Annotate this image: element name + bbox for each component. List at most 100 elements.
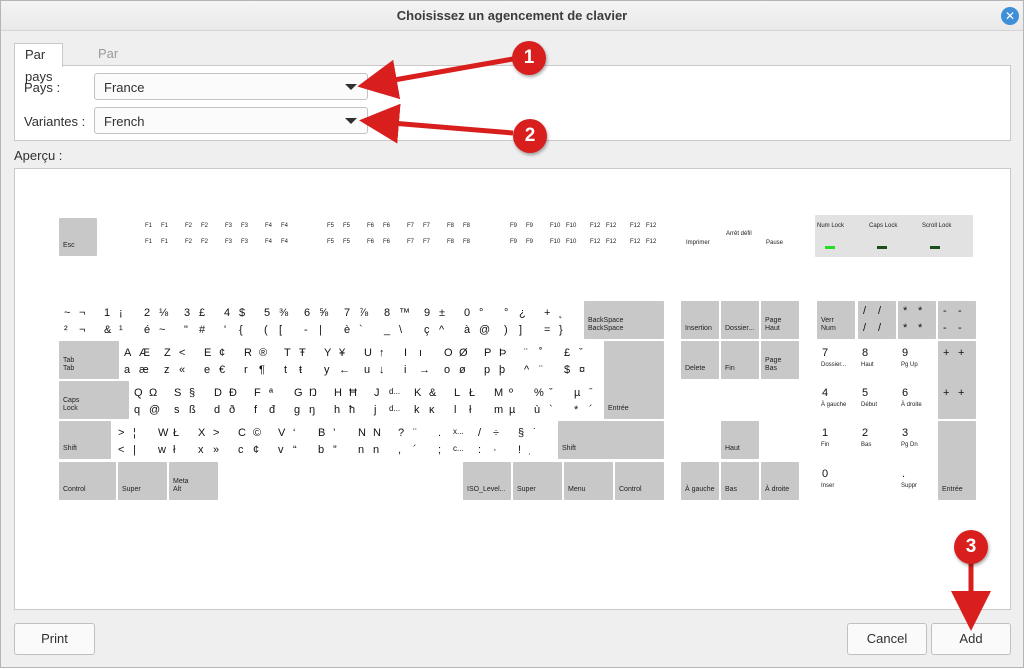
key-page-haut: Page Haut bbox=[761, 301, 799, 339]
key-num-1-base: & bbox=[104, 324, 112, 336]
key-np-1-num: 1 bbox=[822, 427, 829, 439]
key-print: Imprimer bbox=[686, 240, 710, 246]
lock-indicator-panel bbox=[815, 215, 973, 257]
key-np-mul-c: * bbox=[903, 322, 908, 334]
key-num-11-altgr: ] bbox=[519, 324, 523, 336]
lock-led-0 bbox=[825, 246, 835, 249]
key-z-9-altgr: · bbox=[493, 444, 497, 456]
key-z-5-altgr-shift: ’ bbox=[333, 427, 336, 439]
key-f-11-a: F12 bbox=[590, 223, 601, 229]
key-num-6-base: - bbox=[304, 324, 308, 336]
key-a-1-altgr-shift: § bbox=[189, 387, 196, 399]
key-z-1-altgr-shift: Ł bbox=[173, 427, 180, 439]
key-f-2-d: F2 bbox=[201, 239, 209, 245]
key-a-4-altgr-shift: Ŋ bbox=[309, 387, 317, 399]
tab-par-langue[interactable]: Par langue bbox=[88, 43, 147, 83]
key-num-4-shift: 4 bbox=[224, 307, 231, 319]
key-f-2-b: F2 bbox=[201, 223, 209, 229]
key-np-7-nav: Dossier... bbox=[821, 362, 847, 368]
key-np-minus-a: - bbox=[943, 305, 947, 317]
key-iso-level: ISO_Level... bbox=[463, 462, 511, 500]
key-backspace-label: BackSpace BackSpace bbox=[588, 317, 624, 332]
key-q-1-altgr: « bbox=[179, 364, 186, 376]
key-z-1-shift: W bbox=[158, 427, 169, 439]
tab-par-pays[interactable]: Par pays bbox=[14, 43, 64, 84]
key-a-11-shift: µ bbox=[574, 387, 581, 399]
key-np-div-a: / bbox=[863, 305, 867, 317]
key-q-7-shift: I bbox=[404, 347, 408, 359]
key-num-7-base: è bbox=[344, 324, 351, 336]
key-num-10-base: à bbox=[464, 324, 471, 336]
key-lsuper-label: Super bbox=[122, 486, 141, 493]
print-button[interactable]: Print bbox=[14, 623, 95, 655]
key-f-7-c: F7 bbox=[407, 239, 415, 245]
key-f-6-c: F6 bbox=[367, 239, 375, 245]
country-combo[interactable]: France bbox=[94, 73, 368, 100]
key-q-0-shift: A bbox=[124, 347, 132, 359]
key-num-9-altgr: ^ bbox=[439, 324, 445, 336]
key-f-5-d: F5 bbox=[343, 239, 351, 245]
key-a-8-shift: L bbox=[454, 387, 461, 399]
key-page-bas-label: Page Bas bbox=[765, 357, 782, 372]
key-a-10-shift: % bbox=[534, 387, 544, 399]
key-a-11-base: * bbox=[574, 404, 579, 416]
key-alt-label: Meta Alt bbox=[173, 478, 189, 493]
key-q-10-altgr-shift: ˚ bbox=[539, 347, 543, 359]
key-z-9-shift: / bbox=[478, 427, 482, 439]
key-f-10-d: F10 bbox=[566, 239, 577, 245]
key-f-9-d: F9 bbox=[526, 239, 534, 245]
lock-label-1: Caps Lock bbox=[869, 223, 898, 229]
key-z-8-base: ; bbox=[438, 444, 442, 456]
key-num-5-altgr-shift: ⅜ bbox=[279, 307, 289, 319]
key-a-1-base: s bbox=[174, 404, 180, 416]
close-icon[interactable]: ✕ bbox=[1001, 7, 1019, 25]
key-a-5-shift: H bbox=[334, 387, 342, 399]
key-num-8-altgr: \ bbox=[399, 324, 403, 336]
tab-panel: Pays : France Variantes : French bbox=[14, 65, 1011, 141]
key-num-9-shift: 9 bbox=[424, 307, 431, 319]
key-q-11-altgr: ¤ bbox=[579, 364, 586, 376]
key-z-4-shift: V bbox=[278, 427, 286, 439]
key-a-5-base: h bbox=[334, 404, 341, 416]
key-a-11-altgr: ´ bbox=[589, 404, 593, 416]
add-button[interactable]: Add bbox=[931, 623, 1011, 655]
cancel-button[interactable]: Cancel bbox=[847, 623, 927, 655]
title-bar: Choisissez un agencement de clavier ✕ bbox=[1, 1, 1023, 31]
key-f-1-b: F1 bbox=[161, 223, 169, 229]
key-q-8-altgr-shift: Ø bbox=[459, 347, 468, 359]
key-num-6-altgr-shift: ⅝ bbox=[319, 307, 329, 319]
key-z-8-altgr: c... bbox=[453, 444, 464, 453]
key-a-3-altgr: đ bbox=[269, 404, 276, 416]
key-q-2-altgr-shift: ¢ bbox=[219, 347, 226, 359]
key-np-enter: Entrée bbox=[938, 421, 976, 500]
key-num-2-altgr-shift: ⅛ bbox=[159, 307, 169, 319]
key-a-9-altgr: µ bbox=[509, 404, 516, 416]
key-a-2-altgr: ð bbox=[229, 404, 236, 416]
key-z-6-shift: N bbox=[358, 427, 366, 439]
key-np-minus-c: - bbox=[943, 322, 947, 334]
key-q-9-altgr: þ bbox=[499, 364, 506, 376]
key-f-3-b: F3 bbox=[241, 223, 249, 229]
key-q-1-shift: Z bbox=[164, 347, 171, 359]
key-q-3-shift: R bbox=[244, 347, 252, 359]
key-f-12-a: F12 bbox=[630, 223, 641, 229]
key-np-8-nav: Haut bbox=[861, 362, 874, 368]
key-lshift: Shift bbox=[59, 421, 111, 459]
key-z-10-altgr-shift: ˙ bbox=[533, 427, 537, 439]
key-q-10-shift: ¨ bbox=[524, 347, 528, 359]
key-menu-label: Menu bbox=[568, 486, 586, 493]
key-num-9-altgr-shift: ± bbox=[439, 307, 446, 319]
key-q-10-altgr: ¨ bbox=[539, 364, 543, 376]
key-f-8-d: F8 bbox=[463, 239, 471, 245]
key-a-3-base: f bbox=[254, 404, 258, 416]
key-q-5-base: y bbox=[324, 364, 330, 376]
key-a-9-altgr-shift: º bbox=[509, 387, 514, 399]
variant-combo[interactable]: French bbox=[94, 107, 368, 134]
key-a-1-shift: S bbox=[174, 387, 182, 399]
key-np-plus-d: + bbox=[958, 387, 965, 399]
key-q-1-base: z bbox=[164, 364, 170, 376]
key-q-2-altgr: € bbox=[219, 364, 226, 376]
keyboard-layout-dialog: Choisissez un agencement de clavier ✕ Pa… bbox=[0, 0, 1024, 668]
key-insertion: Insertion bbox=[681, 301, 719, 339]
key-num-3-altgr-shift: £ bbox=[199, 307, 206, 319]
